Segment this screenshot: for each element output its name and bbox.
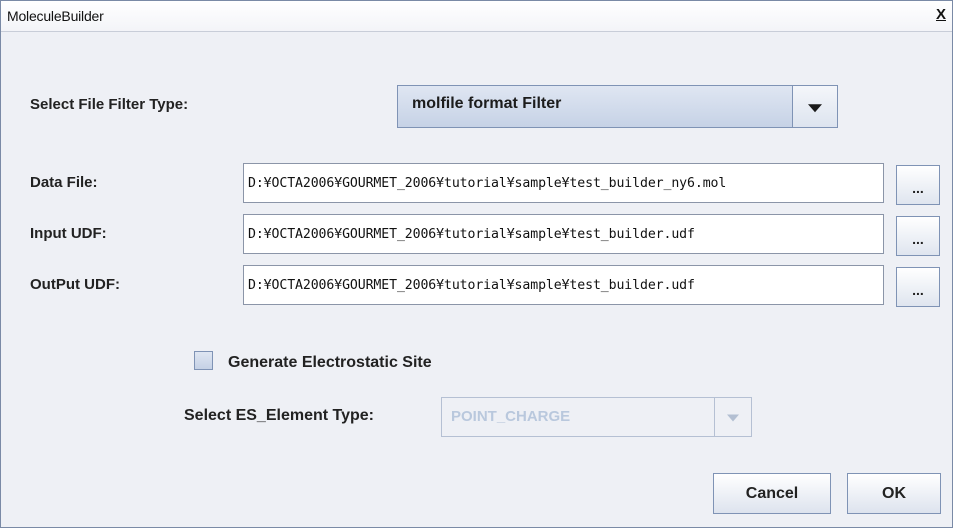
close-icon[interactable]: X: [932, 6, 950, 24]
generate-electrostatic-checkbox[interactable]: [194, 351, 213, 370]
data-file-label: Data File:: [30, 174, 98, 191]
output-udf-browse-button[interactable]: ...: [896, 267, 940, 307]
cancel-button[interactable]: Cancel: [713, 473, 831, 514]
file-filter-dropdown-button[interactable]: [792, 86, 837, 127]
data-file-input[interactable]: [244, 164, 883, 202]
output-udf-label: OutPut UDF:: [30, 276, 120, 293]
input-udf-input[interactable]: [244, 215, 883, 253]
output-udf-input[interactable]: [244, 266, 883, 304]
es-element-type-label: Select ES_Element Type:: [184, 407, 374, 424]
file-filter-value: molfile format Filter: [412, 95, 562, 112]
data-file-browse-button[interactable]: ...: [896, 165, 940, 205]
generate-electrostatic-label: Generate Electrostatic Site: [228, 354, 432, 371]
es-element-type-dropdown-button: [714, 398, 751, 436]
chevron-down-icon: [808, 103, 822, 112]
window-title: MoleculeBuilder: [7, 8, 104, 24]
title-bar[interactable]: MoleculeBuilder X: [1, 1, 952, 32]
chevron-down-icon: [727, 414, 739, 422]
es-element-type-value: POINT_CHARGE: [451, 408, 571, 425]
molecule-builder-dialog: MoleculeBuilder X Select File Filter Typ…: [0, 0, 953, 528]
file-filter-label: Select File Filter Type:: [30, 96, 189, 113]
ok-button[interactable]: OK: [847, 473, 941, 514]
input-udf-browse-button[interactable]: ...: [896, 216, 940, 256]
input-udf-field[interactable]: [243, 214, 884, 254]
data-file-field[interactable]: [243, 163, 884, 203]
es-element-type-select: POINT_CHARGE: [441, 397, 752, 437]
file-filter-select[interactable]: molfile format Filter: [397, 85, 838, 128]
output-udf-field[interactable]: [243, 265, 884, 305]
input-udf-label: Input UDF:: [30, 225, 107, 242]
